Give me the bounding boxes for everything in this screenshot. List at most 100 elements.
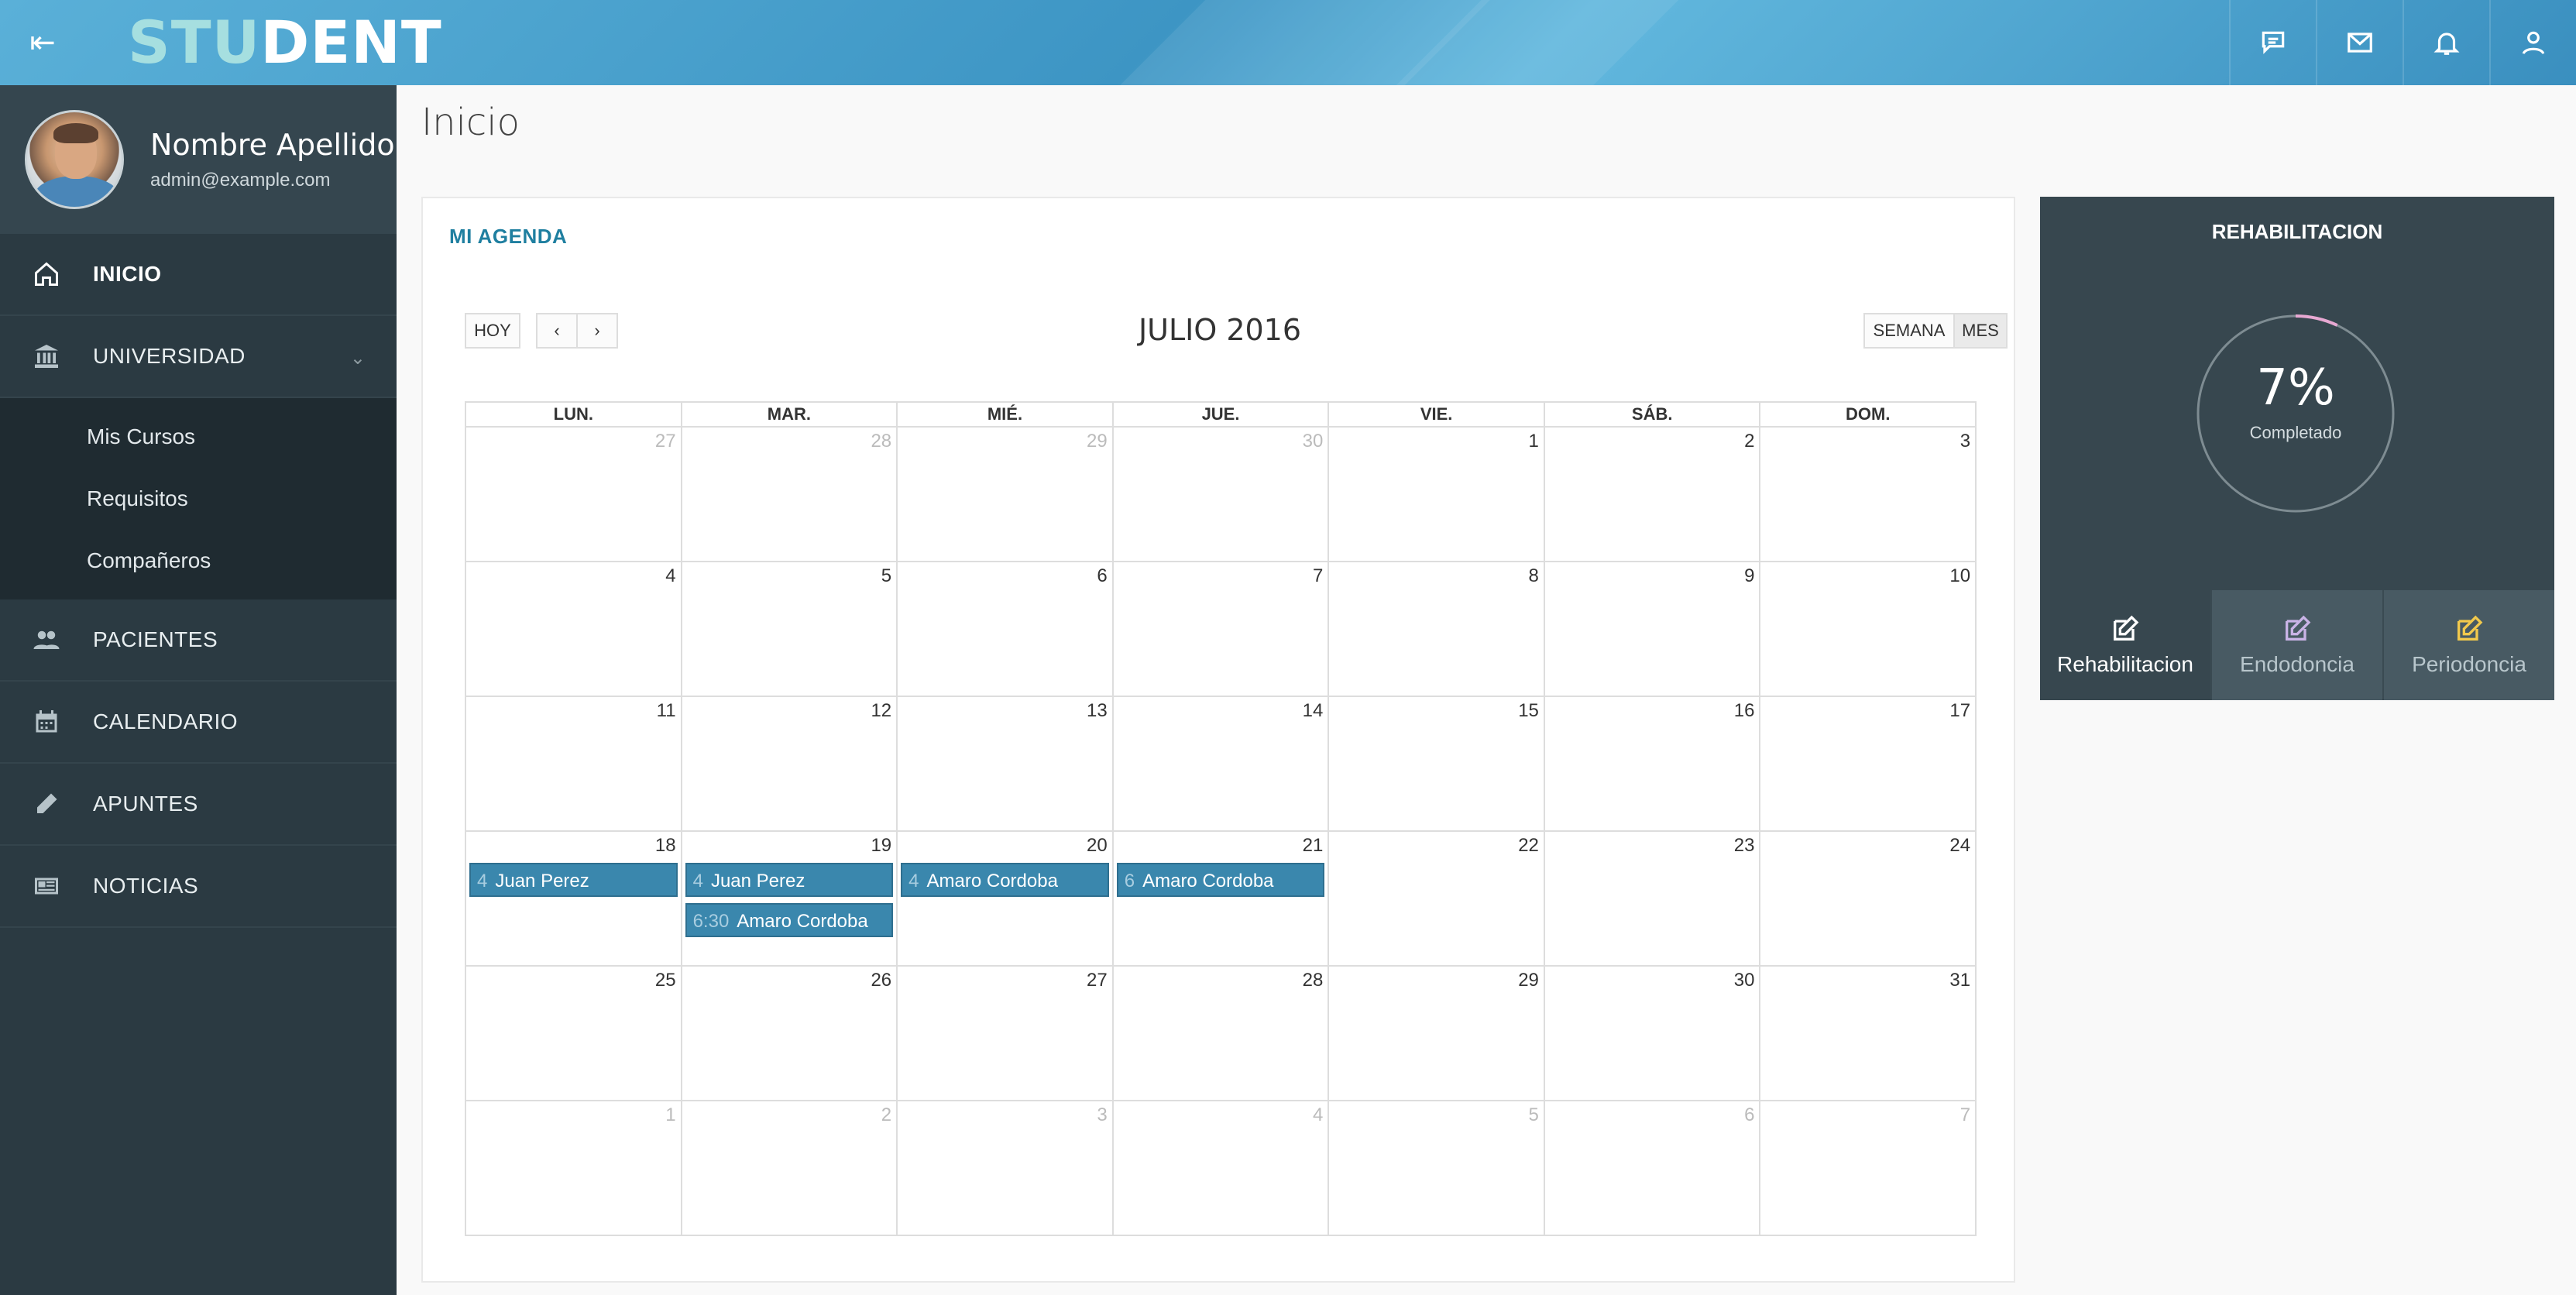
- calendar-day[interactable]: 2: [1545, 428, 1761, 561]
- calendar-day[interactable]: 28: [1114, 967, 1330, 1100]
- submenu-item-requisitos[interactable]: Requisitos: [0, 468, 397, 530]
- calendar-event[interactable]: 6:30 Amaro Cordoba: [685, 903, 894, 937]
- calendar-day[interactable]: 18 4 Juan Perez: [466, 832, 682, 965]
- calendar-day[interactable]: 15: [1329, 697, 1545, 830]
- calendar-event[interactable]: 4 Juan Perez: [685, 863, 894, 897]
- calendar-day[interactable]: 26: [682, 967, 898, 1100]
- edit-icon: [2114, 615, 2139, 641]
- day-number: 7: [1959, 1104, 1971, 1125]
- calendar-day[interactable]: 16: [1545, 697, 1761, 830]
- calendar-day[interactable]: 5: [682, 562, 898, 696]
- tab-rehabilitacion[interactable]: Rehabilitacion: [2040, 590, 2210, 700]
- collapse-sidebar-button[interactable]: ⇤: [23, 23, 62, 62]
- calendar-day[interactable]: 10: [1760, 562, 1975, 696]
- calendar-day[interactable]: 30: [1545, 967, 1761, 1100]
- submenu-item-mis-cursos[interactable]: Mis Cursos: [0, 406, 397, 468]
- calendar-day[interactable]: 28: [682, 428, 898, 561]
- calendar-day[interactable]: 31: [1760, 967, 1975, 1100]
- calendar-day[interactable]: 4: [1114, 1101, 1330, 1235]
- calendar-day[interactable]: 27: [898, 967, 1114, 1100]
- event-title: Amaro Cordoba: [737, 911, 868, 932]
- calendar-event[interactable]: 4 Amaro Cordoba: [901, 863, 1109, 897]
- logo-text-stu: STU: [128, 8, 261, 77]
- calendar-day[interactable]: 29: [898, 428, 1114, 561]
- calendar-day[interactable]: 19 4 Juan Perez 6:30 Amaro Cordoba: [682, 832, 898, 965]
- calendar-day[interactable]: 21 6 Amaro Cordoba: [1114, 832, 1330, 965]
- calendar-day[interactable]: 14: [1114, 697, 1330, 830]
- calendar-day[interactable]: 6: [898, 562, 1114, 696]
- day-number: 16: [1733, 700, 1755, 721]
- calendar-day[interactable]: 30: [1114, 428, 1330, 561]
- mail-button[interactable]: [2316, 0, 2403, 85]
- calendar-day[interactable]: 3: [1760, 428, 1975, 561]
- tab-label: Endodoncia: [2240, 652, 2354, 676]
- calendar-day[interactable]: 17: [1760, 697, 1975, 830]
- calendar-day[interactable]: 7: [1760, 1101, 1975, 1235]
- day-number: 27: [1087, 970, 1108, 991]
- calendar-day[interactable]: 8: [1329, 562, 1545, 696]
- avatar: [25, 110, 124, 209]
- calendar-day[interactable]: 24: [1760, 832, 1975, 965]
- calendar-icon: [36, 710, 57, 733]
- calendar-day[interactable]: 7: [1114, 562, 1330, 696]
- calendar-day[interactable]: 11: [466, 697, 682, 830]
- day-number: 2: [881, 1104, 892, 1125]
- calendar-day[interactable]: 3: [898, 1101, 1114, 1235]
- event-title: Juan Perez: [495, 871, 589, 891]
- universidad-submenu: Mis Cursos Requisitos Compañeros: [0, 398, 397, 599]
- sidebar-item-universidad[interactable]: UNIVERSIDAD ⌄: [0, 316, 397, 398]
- sidebar-item-apuntes[interactable]: APUNTES: [0, 764, 397, 846]
- notifications-button[interactable]: [2403, 0, 2489, 85]
- sidebar-item-inicio[interactable]: INICIO: [0, 234, 397, 316]
- month-view-button[interactable]: MES: [1953, 313, 2008, 349]
- calendar-day[interactable]: 1: [1329, 428, 1545, 561]
- chevron-down-icon: ⌄: [349, 348, 366, 369]
- calendar-day[interactable]: 27: [466, 428, 682, 561]
- calendar-day[interactable]: 1: [466, 1101, 682, 1235]
- calendar-day[interactable]: 25: [466, 967, 682, 1100]
- user-profile[interactable]: Nombre Apellido admin@example.com: [0, 85, 397, 234]
- event-title: Juan Perez: [710, 871, 805, 891]
- user-menu-button[interactable]: [2489, 0, 2576, 85]
- week-view-button[interactable]: SEMANA: [1863, 313, 1955, 349]
- agenda-title: MI AGENDA: [449, 225, 568, 248]
- day-number: 29: [1087, 431, 1108, 452]
- user-icon: [2522, 31, 2545, 55]
- day-number: 3: [1959, 431, 1971, 452]
- calendar-event[interactable]: 4 Juan Perez: [469, 863, 678, 897]
- calendar-day[interactable]: 23: [1545, 832, 1761, 965]
- calendar-day[interactable]: 4: [466, 562, 682, 696]
- sidebar-item-noticias[interactable]: NOTICIAS: [0, 846, 397, 928]
- day-number: 19: [871, 835, 892, 856]
- tab-label: Rehabilitacion: [2057, 652, 2193, 676]
- users-icon: [33, 630, 60, 649]
- app-logo[interactable]: STUDENT: [128, 9, 442, 76]
- day-number: 22: [1518, 835, 1539, 856]
- arrow-left-bar-icon: ⇤: [29, 26, 56, 60]
- submenu-item-companeros[interactable]: Compañeros: [0, 530, 397, 592]
- sidebar-item-label: PACIENTES: [93, 627, 218, 651]
- calendar-day[interactable]: 29: [1329, 967, 1545, 1100]
- page-title: Inicio: [421, 101, 520, 144]
- calendar-event[interactable]: 6 Amaro Cordoba: [1116, 863, 1325, 897]
- chat-button[interactable]: [2229, 0, 2316, 85]
- tab-periodoncia[interactable]: Periodoncia: [2382, 590, 2554, 700]
- edit-icon: [2458, 615, 2483, 641]
- calendar-day[interactable]: 12: [682, 697, 898, 830]
- tab-endodoncia[interactable]: Endodoncia: [2210, 590, 2382, 700]
- weekday-label: LUN.: [466, 403, 682, 426]
- logo-text-dent: DENT: [260, 8, 442, 77]
- sidebar-item-label: CALENDARIO: [93, 709, 239, 733]
- day-number: 23: [1733, 835, 1755, 856]
- calendar-day[interactable]: 6: [1545, 1101, 1761, 1235]
- sidebar-item-calendario[interactable]: CALENDARIO: [0, 682, 397, 764]
- day-number: 5: [1528, 1104, 1539, 1125]
- sidebar-item-pacientes[interactable]: PACIENTES: [0, 599, 397, 682]
- calendar-day[interactable]: 20 4 Amaro Cordoba: [898, 832, 1114, 965]
- calendar-day[interactable]: 13: [898, 697, 1114, 830]
- calendar-day[interactable]: 2: [682, 1101, 898, 1235]
- calendar-day[interactable]: 9: [1545, 562, 1761, 696]
- calendar-day[interactable]: 5: [1329, 1101, 1545, 1235]
- newspaper-icon: [35, 878, 58, 895]
- calendar-day[interactable]: 22: [1329, 832, 1545, 965]
